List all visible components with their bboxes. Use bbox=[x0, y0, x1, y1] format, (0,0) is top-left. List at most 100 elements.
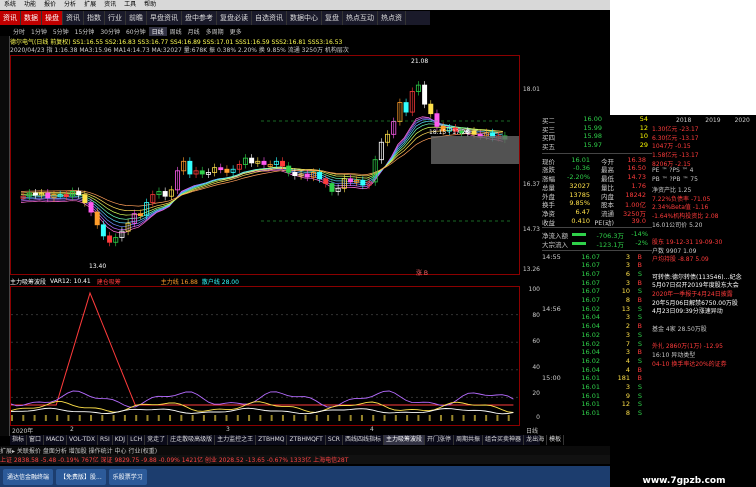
indicator-tab[interactable]: 主力吸筹波段 bbox=[384, 435, 426, 445]
tick-vol: 2 bbox=[625, 322, 630, 331]
quick-tab[interactable]: 复盘 bbox=[322, 11, 343, 25]
quick-tab[interactable]: 资讯 bbox=[0, 11, 21, 25]
indicator-svg bbox=[10, 291, 519, 421]
taskbar-item[interactable]: 【免费版】股... bbox=[56, 468, 106, 485]
indicator-tab[interactable]: 指标 bbox=[10, 435, 28, 445]
period-tab[interactable]: 月线 bbox=[185, 27, 203, 36]
indicator-chart[interactable] bbox=[10, 286, 520, 426]
menu-item[interactable]: 报价 bbox=[40, 0, 60, 10]
period-tab[interactable]: 5分钟 bbox=[50, 27, 72, 36]
indicator-tab[interactable]: MACD bbox=[44, 435, 68, 445]
period-tab[interactable]: 多周期 bbox=[203, 27, 227, 36]
quick-tab[interactable]: 前瞻 bbox=[126, 11, 147, 25]
period-tab[interactable]: 30分钟 bbox=[97, 27, 123, 36]
volume-bar bbox=[507, 415, 510, 421]
indicator-tab[interactable]: ZTBHMQFT bbox=[287, 435, 326, 445]
tick-time bbox=[542, 348, 570, 357]
menu-item[interactable]: 资讯 bbox=[100, 0, 120, 10]
tick-price: 16.07 bbox=[581, 261, 600, 270]
volume-bar bbox=[462, 415, 465, 421]
ob-price: 15.97 bbox=[583, 141, 602, 150]
menu-item[interactable]: 分析 bbox=[60, 0, 80, 10]
quick-tab[interactable]: 自选资讯 bbox=[252, 11, 287, 25]
period-tab[interactable]: 分时 bbox=[10, 27, 28, 36]
indicator-tab[interactable]: VOL-TDX bbox=[67, 435, 98, 445]
f10-line: 5月07日召开2019年度股东大会 bbox=[652, 282, 739, 290]
tick-price: 16.01 bbox=[581, 400, 600, 409]
indicator-tab[interactable]: RSI bbox=[98, 435, 113, 445]
menu-item[interactable]: 扩展 bbox=[80, 0, 100, 10]
volume-bar bbox=[293, 415, 296, 421]
quick-tab[interactable]: 热点资 bbox=[378, 11, 406, 25]
candle-body bbox=[100, 224, 106, 237]
quick-tab[interactable]: 数据 bbox=[21, 11, 42, 25]
tick-time bbox=[542, 392, 570, 401]
candle-body bbox=[63, 194, 69, 198]
indicator-tab[interactable]: 开门涨停 bbox=[425, 435, 455, 445]
tick-row: 16.07 6 S bbox=[542, 270, 652, 279]
status-bar-ext: 扩展▸ 关联报价 盘面分析 增加股 操作统计 中心 行业(权重) bbox=[0, 446, 610, 455]
indicator-tab-bar: 指标 窗口 MACD VOL-TDX RSI KDJ LCH 竞走了 庄走散吸高级版 主力监控之王… bbox=[10, 435, 565, 445]
indicator-tab[interactable]: KDJ bbox=[113, 435, 129, 445]
indicator-tab[interactable]: 西线四线指标 bbox=[343, 435, 384, 445]
candle-body bbox=[199, 170, 205, 175]
quick-tab[interactable]: 复盘必读 bbox=[217, 11, 252, 25]
volume-bar bbox=[417, 415, 420, 421]
menu-item[interactable]: 功能 bbox=[20, 0, 40, 10]
period-tab[interactable]: 15分钟 bbox=[72, 27, 98, 36]
indicator-tab[interactable]: ZTBHMQ bbox=[256, 435, 288, 445]
tick-vol: 6 bbox=[625, 270, 630, 278]
date-label: 3 bbox=[226, 426, 230, 433]
period-bar: 分时 1分钟 5分钟 15分钟 30分钟 60分钟 日线 周线 月线 多周期 更多 bbox=[10, 27, 430, 36]
period-tab[interactable]: 日线 bbox=[148, 27, 167, 36]
menu-item[interactable]: 帮助 bbox=[140, 0, 160, 10]
indicator-tab[interactable]: LCH bbox=[128, 435, 146, 445]
period-tab[interactable]: 周线 bbox=[167, 27, 185, 36]
quick-tab[interactable]: 热点互动 bbox=[343, 11, 378, 25]
left-tool-strip bbox=[0, 36, 10, 436]
period-tab[interactable]: 更多 bbox=[227, 27, 245, 36]
tick-time bbox=[542, 366, 570, 375]
quote-value: 9.85% bbox=[569, 199, 590, 208]
quick-tab[interactable]: 盘中参考 bbox=[182, 11, 217, 25]
tick-side: S bbox=[637, 409, 642, 417]
quick-tab[interactable]: 操盘 bbox=[42, 11, 63, 25]
volume-bar bbox=[383, 415, 386, 421]
tick-vol: 3 bbox=[625, 261, 630, 270]
tick-vol: 10 bbox=[621, 287, 630, 296]
indicator-tab[interactable]: 窗口 bbox=[27, 435, 45, 445]
period-tab[interactable]: 1分钟 bbox=[28, 27, 50, 36]
menu-item[interactable]: 工具 bbox=[120, 0, 140, 10]
menu-item[interactable]: 系统 bbox=[0, 0, 20, 10]
quick-tab[interactable]: 资讯 bbox=[63, 11, 84, 25]
candlestick-chart[interactable]: 21.08 13.40 18.15 - 17.28 涨 B bbox=[10, 55, 520, 277]
indicator-tab[interactable]: 竞走了 bbox=[145, 435, 169, 445]
taskbar-item[interactable]: 通达信金融终端 bbox=[3, 468, 54, 485]
volume-bar bbox=[90, 415, 93, 421]
volume-bar bbox=[236, 415, 239, 421]
quick-tab[interactable]: 早盘资讯 bbox=[147, 11, 182, 25]
taskbar-item[interactable]: 乐股票学习 bbox=[108, 468, 147, 485]
f10-line: 1.30亿元 -23.17 bbox=[652, 126, 699, 133]
candle-body bbox=[286, 165, 292, 173]
period-tab[interactable]: 60分钟 bbox=[123, 27, 149, 36]
f10-line: 外扎 2860万(1万) -12.95 bbox=[652, 343, 723, 350]
indicator-tab[interactable]: 组合买卖神器 bbox=[483, 435, 525, 445]
quick-tab[interactable]: 指数 bbox=[84, 11, 105, 25]
indicator-tab[interactable]: 周期共振 bbox=[454, 435, 484, 445]
indicator-tab[interactable]: SCR bbox=[326, 435, 343, 445]
indicator-tab[interactable]: 庄走散吸高级版 bbox=[168, 435, 216, 445]
volume-bar bbox=[304, 415, 307, 421]
f10-line: 16:10 异动类型 bbox=[652, 351, 696, 359]
tick-row: 16.01 9 S bbox=[542, 392, 652, 401]
quick-tab[interactable]: 数据中心 bbox=[287, 11, 322, 25]
indicator-tab[interactable]: 主力监控之王 bbox=[215, 435, 257, 445]
flow-row: 净流入额 -706.3万 -14% bbox=[542, 230, 652, 240]
tick-row: 16.02 7 S bbox=[542, 340, 652, 349]
quick-tab[interactable]: 行业 bbox=[105, 11, 126, 25]
volume-bar bbox=[135, 415, 138, 421]
f10-line: 04-10 换手率达20%的证券 bbox=[652, 360, 727, 368]
f10-line bbox=[652, 228, 756, 237]
sub-indicator-name: 主力吸筹波段 bbox=[10, 278, 47, 286]
candle-body bbox=[347, 178, 353, 183]
